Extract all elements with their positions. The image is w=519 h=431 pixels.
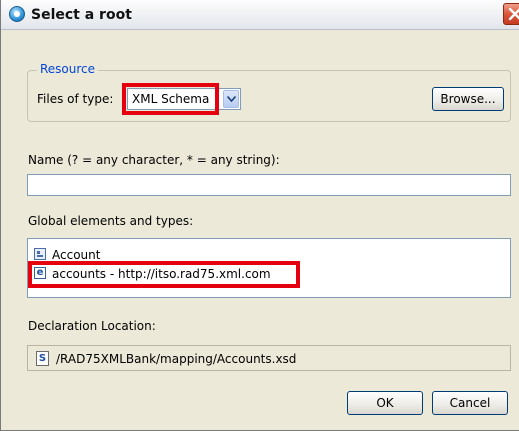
chevron-down-icon (227, 96, 236, 102)
declaration-location-label: Declaration Location: (28, 319, 156, 333)
cancel-button[interactable]: Cancel (432, 391, 508, 415)
files-of-type-value: XML Schema (132, 92, 210, 106)
dialog-title: Select a root (31, 7, 132, 23)
list-item-label: Account (52, 248, 101, 262)
declaration-location-field: S /RAD75XMLBank/mapping/Accounts.xsd (27, 345, 511, 371)
schema-file-icon: S (36, 351, 49, 366)
list-item-label: accounts - http://itso.rad75.xml.com (52, 267, 271, 281)
dropdown-button[interactable] (223, 90, 239, 108)
title-bar[interactable]: Select a root (1, 0, 519, 30)
files-of-type-label: Files of type: (37, 92, 114, 106)
declaration-path: /RAD75XMLBank/mapping/Accounts.xsd (56, 352, 297, 366)
dialog-app-icon (9, 6, 25, 22)
name-filter-label: Name (? = any character, * = any string)… (28, 153, 280, 167)
files-of-type-select[interactable]: XML Schema (127, 88, 241, 110)
global-elements-label: Global elements and types: (28, 214, 194, 228)
browse-button[interactable]: Browse... (432, 87, 504, 111)
name-filter-input[interactable] (27, 174, 511, 196)
close-button[interactable] (503, 3, 519, 25)
select-root-dialog: Select a root Resource Files of type: XM… (0, 0, 519, 431)
global-elements-list[interactable]: Account e accounts - http://itso.rad75.x… (27, 238, 511, 298)
list-item[interactable]: Account (34, 246, 494, 264)
ok-button[interactable]: OK (347, 391, 423, 415)
close-icon (508, 7, 519, 21)
resource-group-title: Resource (37, 62, 99, 76)
element-icon: e (34, 267, 46, 279)
list-item[interactable]: e accounts - http://itso.rad75.xml.com (34, 265, 494, 283)
complex-type-icon (34, 248, 46, 260)
